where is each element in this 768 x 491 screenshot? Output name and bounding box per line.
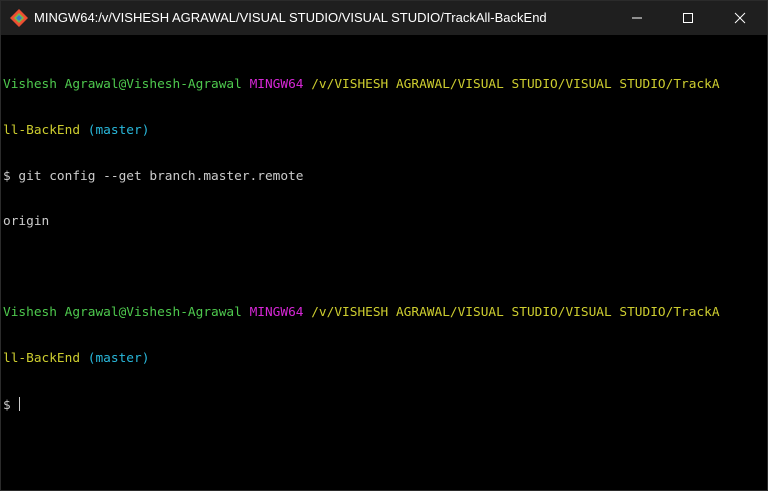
prompt-line-1-wrap: ll-BackEnd (master) — [3, 123, 747, 138]
maximize-icon — [683, 13, 693, 23]
prompt-line-1: Vishesh Agrawal@Vishesh-Agrawal MINGW64 … — [3, 77, 747, 92]
prompt-path: /v/VISHESH AGRAWAL/VISUAL STUDIO/VISUAL … — [311, 77, 720, 93]
prompt-env: MINGW64 — [249, 77, 304, 93]
git-bash-icon — [10, 9, 28, 27]
text-cursor — [19, 396, 21, 411]
scrollbar[interactable] — [752, 35, 766, 490]
terminal-window: MINGW64:/v/VISHESH AGRAWAL/VISUAL STUDIO… — [0, 0, 768, 491]
close-icon — [734, 12, 746, 24]
prompt-symbol: $ — [3, 397, 11, 413]
minimize-icon — [632, 17, 642, 19]
prompt-path-wrap: ll-BackEnd — [3, 123, 81, 138]
window-title: MINGW64:/v/VISHESH AGRAWAL/VISUAL STUDIO… — [34, 10, 547, 25]
close-button[interactable] — [717, 1, 763, 35]
prompt-line-2-wrap: ll-BackEnd (master) — [3, 351, 747, 366]
prompt-branch: (master) — [87, 350, 150, 366]
prompt-path: /v/VISHESH AGRAWAL/VISUAL STUDIO/VISUAL … — [311, 305, 720, 321]
terminal-output[interactable]: Vishesh Agrawal@Vishesh-Agrawal MINGW64 … — [3, 47, 747, 487]
title-bar[interactable]: MINGW64:/v/VISHESH AGRAWAL/VISUAL STUDIO… — [1, 1, 767, 35]
prompt-env: MINGW64 — [249, 305, 304, 321]
prompt-user-host: Vishesh Agrawal@Vishesh-Agrawal — [3, 77, 242, 93]
input-line[interactable]: $ — [3, 396, 747, 413]
prompt-user-host: Vishesh Agrawal@Vishesh-Agrawal — [3, 305, 242, 321]
prompt-branch: (master) — [87, 123, 150, 138]
command-line-1: $ git config --get branch.master.remote — [3, 168, 304, 184]
prompt-line-2: Vishesh Agrawal@Vishesh-Agrawal MINGW64 … — [3, 305, 747, 320]
minimize-button[interactable] — [614, 1, 660, 35]
prompt-path-wrap: ll-BackEnd — [3, 350, 81, 366]
maximize-button[interactable] — [665, 1, 711, 35]
command-output-1: origin — [3, 214, 50, 230]
